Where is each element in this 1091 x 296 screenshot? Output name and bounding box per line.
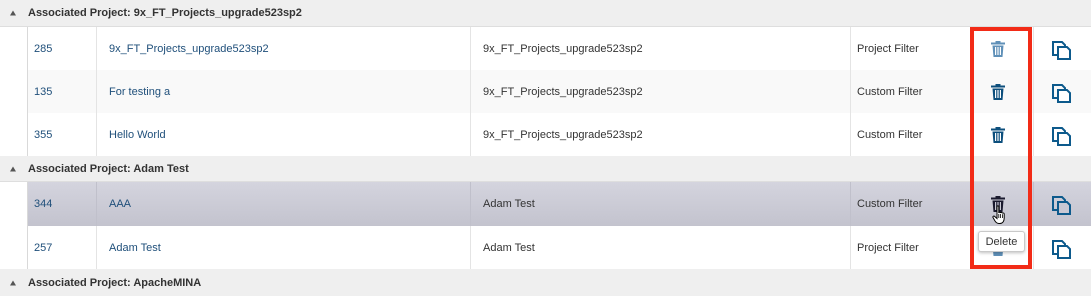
delete-button[interactable] xyxy=(970,113,1025,156)
trash-icon xyxy=(990,126,1005,143)
table-row[interactable]: 257 Adam Test Adam Test Project Filter xyxy=(27,226,1091,269)
filter-project: 9x_FT_Projects_upgrade523sp2 xyxy=(483,42,643,55)
trash-icon xyxy=(990,83,1005,100)
filter-name-link[interactable]: AAA xyxy=(109,182,131,226)
delete-button[interactable] xyxy=(970,70,1025,113)
group-title: Associated Project: 9x_FT_Projects_upgra… xyxy=(28,7,302,19)
filter-project: Adam Test xyxy=(483,198,535,210)
copy-icon xyxy=(1051,83,1071,103)
filter-type: Project Filter xyxy=(857,42,919,55)
filter-name-link[interactable]: Adam Test xyxy=(109,226,161,269)
collapse-triangle-icon[interactable] xyxy=(10,10,16,16)
group-header-adam-test[interactable]: Associated Project: Adam Test xyxy=(0,156,1091,182)
copy-button[interactable] xyxy=(1033,70,1088,113)
filter-id: 355 xyxy=(34,128,53,141)
filter-project: 9x_FT_Projects_upgrade523sp2 xyxy=(483,128,643,141)
filter-name-link[interactable]: Hello World xyxy=(109,113,166,156)
group-title: Associated Project: ApacheMINA xyxy=(28,276,202,289)
filter-id: 257 xyxy=(34,241,53,254)
filter-id: 135 xyxy=(34,85,53,98)
group-header-9x-ft-projects[interactable]: Associated Project: 9x_FT_Projects_upgra… xyxy=(0,0,1091,27)
copy-button[interactable] xyxy=(1033,226,1088,269)
copy-icon xyxy=(1051,126,1071,146)
trash-icon xyxy=(990,40,1005,57)
filter-id: 344 xyxy=(34,198,53,210)
table-row[interactable]: 135 For testing a 9x_FT_Projects_upgrade… xyxy=(27,70,1091,113)
copy-icon xyxy=(1051,40,1071,60)
group-title: Associated Project: Adam Test xyxy=(28,162,189,175)
filter-name-link[interactable]: 9x_FT_Projects_upgrade523sp2 xyxy=(109,27,269,70)
collapse-triangle-icon[interactable] xyxy=(10,280,16,285)
filter-type: Custom Filter xyxy=(857,128,923,141)
group-header-apachemina[interactable]: Associated Project: ApacheMINA xyxy=(0,269,1091,296)
copy-button[interactable] xyxy=(1033,27,1088,70)
table-row[interactable]: 344 AAA Adam Test Custom Filter xyxy=(27,182,1091,226)
table-row[interactable]: 355 Hello World 9x_FT_Projects_upgrade52… xyxy=(27,113,1091,156)
filter-type: Project Filter xyxy=(857,241,919,254)
hand-cursor-icon xyxy=(992,205,1005,224)
delete-button[interactable] xyxy=(970,27,1025,70)
filter-project: Adam Test xyxy=(483,241,535,254)
filter-name-link[interactable]: For testing a xyxy=(109,70,170,113)
filter-type: Custom Filter xyxy=(857,198,923,210)
copy-button[interactable] xyxy=(1033,182,1088,226)
filter-type: Custom Filter xyxy=(857,85,923,98)
copy-icon xyxy=(1051,196,1071,215)
table-row[interactable]: 285 9x_FT_Projects_upgrade523sp2 9x_FT_P… xyxy=(27,27,1091,70)
filter-project: 9x_FT_Projects_upgrade523sp2 xyxy=(483,85,643,98)
collapse-triangle-icon[interactable] xyxy=(10,166,16,171)
copy-icon xyxy=(1051,239,1071,259)
copy-button[interactable] xyxy=(1033,113,1088,156)
filter-id: 285 xyxy=(34,42,53,55)
delete-tooltip: Delete xyxy=(978,231,1025,252)
